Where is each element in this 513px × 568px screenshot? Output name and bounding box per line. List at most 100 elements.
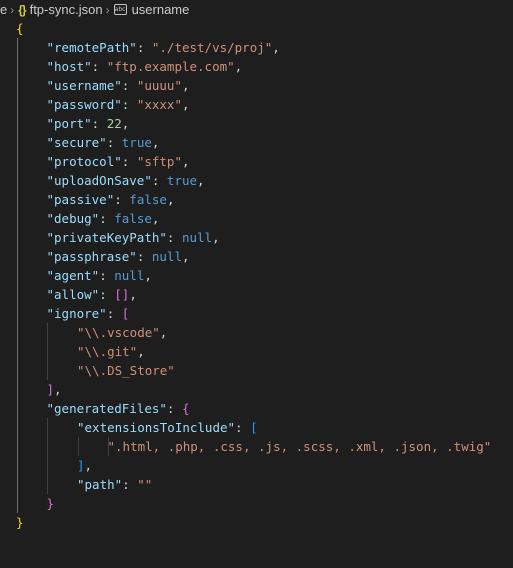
bracket-open: [: [250, 420, 258, 435]
json-key: "extensionsToInclude": [77, 420, 236, 435]
code-line[interactable]: "\\.git",: [77, 342, 145, 361]
comma: ,: [181, 97, 190, 112]
json-file-icon: {}: [18, 2, 26, 17]
code-line[interactable]: "protocol": "sftp",: [47, 152, 190, 171]
code-line[interactable]: "\\.vscode",: [77, 323, 167, 342]
code-line[interactable]: "allow": [],: [47, 285, 137, 304]
json-value: []: [114, 287, 130, 302]
comma: ,: [54, 382, 62, 397]
json-value: "uuuu": [136, 78, 182, 93]
code-line[interactable]: "uploadOnSave": true,: [47, 171, 205, 190]
colon: :: [106, 306, 122, 321]
json-key: "path": [77, 477, 123, 492]
code-line[interactable]: "passphrase": null,: [47, 247, 190, 266]
json-key: "generatedFiles": [46, 401, 167, 416]
json-key: "uploadOnSave": [46, 173, 152, 188]
colon: :: [121, 154, 137, 169]
chevron-right-icon: ›: [105, 2, 110, 17]
code-line[interactable]: "ignore": [: [47, 304, 130, 323]
code-line[interactable]: "generatedFiles": {: [47, 399, 190, 418]
comma: ,: [234, 59, 243, 74]
code-line[interactable]: "debug": false,: [47, 209, 160, 228]
code-line[interactable]: ],: [47, 380, 62, 399]
json-key: "protocol": [46, 154, 122, 169]
code-line[interactable]: "passive": false,: [47, 190, 175, 209]
chevron-right-icon: ›: [10, 2, 15, 17]
code-line[interactable]: "path": "": [77, 475, 152, 494]
json-key: "passphrase": [46, 249, 137, 264]
indent-guide: [47, 418, 48, 494]
json-key: "secure": [46, 135, 107, 150]
comma: ,: [181, 78, 190, 93]
colon: :: [136, 40, 152, 55]
colon: :: [136, 249, 152, 264]
colon: :: [99, 268, 115, 283]
comma: ,: [212, 230, 220, 245]
json-string: ".html, .php, .css, .js, .scss, .xml, .j…: [107, 439, 492, 454]
code-line[interactable]: ],: [77, 456, 92, 475]
code-line[interactable]: "remotePath": "./test/vs/proj",: [47, 38, 280, 57]
comma: ,: [197, 173, 205, 188]
code-line[interactable]: ".html, .php, .css, .js, .scss, .xml, .j…: [108, 437, 492, 456]
colon: :: [166, 401, 182, 416]
code-editor[interactable]: { "remotePath": "./test/vs/proj", "host": …: [0, 19, 513, 568]
comma: ,: [181, 154, 190, 169]
indent-guide: [47, 323, 48, 380]
breadcrumb-segment-parent[interactable]: e: [0, 2, 7, 17]
code-line[interactable]: "password": "xxxx",: [47, 95, 190, 114]
json-key: "password": [46, 97, 122, 112]
code-line[interactable]: "port": 22,: [47, 114, 130, 133]
colon: :: [151, 173, 167, 188]
json-key: "passive": [46, 192, 115, 207]
bracket-close: ]: [46, 382, 55, 397]
json-value: 22: [106, 116, 122, 131]
json-value: "ftp.example.com": [106, 59, 235, 74]
brace-close: }: [46, 496, 55, 511]
bracket-close: ]: [77, 458, 85, 473]
breadcrumb-segment-file[interactable]: {} ftp-sync.json: [18, 2, 102, 17]
colon: :: [121, 78, 137, 93]
json-string: "\\.vscode": [77, 325, 160, 340]
json-key: "allow": [46, 287, 100, 302]
brace-close: }: [16, 515, 24, 530]
comma: ,: [129, 287, 137, 302]
code-line[interactable]: "privateKeyPath": null,: [47, 228, 220, 247]
brace-open: {: [16, 21, 24, 36]
colon: :: [91, 116, 107, 131]
json-string: "\\.DS_Store": [77, 363, 175, 378]
comma: ,: [166, 192, 175, 207]
colon: :: [99, 211, 115, 226]
code-line[interactable]: }: [47, 494, 55, 513]
json-value: null: [181, 230, 213, 245]
colon: :: [114, 192, 130, 207]
json-key: "debug": [46, 211, 100, 226]
comma: ,: [159, 325, 168, 340]
breadcrumb-symbol-label: username: [131, 2, 190, 17]
json-value: "sftp": [136, 154, 182, 169]
indent-guide: [78, 437, 79, 456]
code-line[interactable]: "username": "uuuu",: [47, 76, 190, 95]
colon: :: [91, 59, 107, 74]
json-key: "port": [46, 116, 92, 131]
json-key: "host": [46, 59, 92, 74]
breadcrumb: e › {} ftp-sync.json › abc username: [0, 0, 513, 19]
code-line[interactable]: {: [16, 19, 24, 38]
json-value: false: [129, 192, 167, 207]
code-line[interactable]: "secure": true,: [47, 133, 160, 152]
bracket-open: [: [121, 306, 130, 321]
code-line[interactable]: "agent": null,: [47, 266, 152, 285]
json-value: true: [121, 135, 152, 150]
breadcrumb-segment-symbol[interactable]: abc username: [113, 2, 190, 17]
comma: ,: [137, 344, 145, 359]
json-key: "username": [46, 78, 122, 93]
comma: ,: [181, 249, 190, 264]
json-value: null: [151, 249, 182, 264]
code-line[interactable]: "\\.DS_Store": [77, 361, 175, 380]
code-line[interactable]: }: [16, 513, 24, 532]
json-value: null: [114, 268, 145, 283]
code-line[interactable]: "extensionsToInclude": [: [77, 418, 258, 437]
colon: :: [166, 230, 182, 245]
comma: ,: [272, 40, 280, 55]
code-line[interactable]: "host": "ftp.example.com",: [47, 57, 243, 76]
json-value: false: [114, 211, 152, 226]
